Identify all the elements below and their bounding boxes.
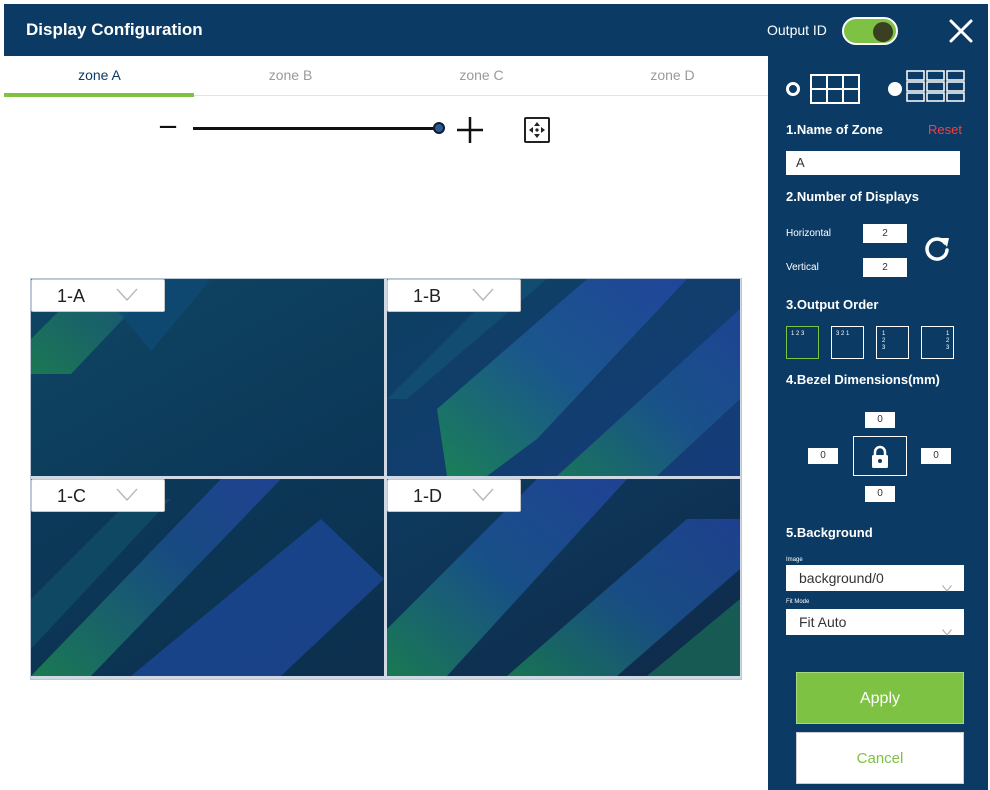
tab-label: zone A	[78, 67, 121, 83]
close-icon[interactable]	[944, 14, 978, 48]
select-value: background/0	[799, 570, 884, 586]
display-label: 1-D	[413, 486, 443, 506]
fit-mode-label: Fit Mode	[786, 599, 810, 605]
tab-zone-c[interactable]: zone C	[386, 56, 577, 96]
horizontal-label: Horizontal	[786, 228, 832, 239]
name-of-zone-title: 1.Name of Zone	[786, 122, 883, 137]
tab-zone-b[interactable]: zone B	[195, 56, 386, 96]
chevron-down-icon	[472, 488, 494, 502]
fit-mode-select[interactable]: Fit Auto	[786, 609, 964, 636]
order-option-label: 1 2 3	[791, 331, 805, 337]
output-order-bottom-to-top[interactable]: 1 2 3	[921, 326, 954, 359]
order-option-label: 3 2 1	[836, 331, 850, 337]
fit-to-screen-icon[interactable]	[524, 117, 550, 143]
bezel-bottom-input[interactable]: 0	[865, 486, 895, 502]
chevron-down-icon	[116, 288, 138, 302]
vertical-label: Vertical	[786, 262, 819, 273]
display-selector[interactable]: 1-A	[31, 279, 165, 312]
display-selector[interactable]: 1-D	[387, 479, 521, 512]
bezel-top-input[interactable]: 0	[865, 412, 895, 428]
settings-panel: 1.Name of Zone Reset A 2.Number of Displ…	[768, 56, 988, 790]
output-order-left-to-right[interactable]: 1 2 3	[786, 326, 819, 359]
display-tile[interactable]: 1-C	[31, 479, 384, 676]
tab-label: zone B	[268, 67, 313, 83]
chevron-down-icon	[116, 488, 138, 502]
order-option-label: 1 2 3	[946, 331, 950, 351]
background-title: 5.Background	[786, 525, 873, 540]
layout-option-grid-3x3[interactable]	[888, 70, 970, 104]
display-selector[interactable]: 1-B	[387, 279, 521, 312]
tab-label: zone C	[459, 67, 504, 83]
chevron-down-icon	[472, 288, 494, 302]
select-value: Fit Auto	[799, 614, 847, 630]
grid-3x3-icon	[906, 70, 965, 102]
zone-canvas: 1-A 1-B 1-C 1-D	[30, 278, 742, 680]
active-tab-indicator	[4, 93, 194, 97]
zoom-slider-track[interactable]	[193, 127, 439, 130]
bezel-right-input[interactable]: 0	[921, 448, 951, 464]
chevron-down-icon	[942, 574, 952, 592]
tab-label: zone D	[650, 67, 695, 83]
display-tile[interactable]: 1-B	[387, 279, 740, 476]
output-order-top-to-bottom[interactable]: 1 2 3	[876, 326, 909, 359]
title-bar: Display Configuration Output ID	[4, 4, 988, 56]
zoom-in-button[interactable]	[453, 113, 487, 147]
order-option-label: 1 2 3	[882, 331, 886, 351]
zone-tabs: zone A zone B zone C zone D	[4, 56, 768, 97]
image-label: Image	[786, 557, 803, 563]
display-tile[interactable]: 1-A	[31, 279, 384, 476]
display-selector[interactable]: 1-C	[31, 479, 165, 512]
tab-zone-a[interactable]: zone A	[4, 56, 195, 97]
bezel-dimensions-title: 4.Bezel Dimensions(mm)	[786, 372, 940, 387]
display-label: 1-A	[57, 286, 86, 306]
tab-zone-d[interactable]: zone D	[577, 56, 768, 96]
vertical-count-input[interactable]: 2	[863, 258, 907, 277]
grid-2x3-icon	[810, 74, 860, 104]
display-configuration-window: Display Configuration Output ID zone A z…	[0, 0, 990, 790]
zoom-out-button[interactable]: −	[156, 113, 180, 141]
toggle-knob	[873, 22, 893, 42]
bezel-left-input[interactable]: 0	[808, 448, 838, 464]
output-id-label: Output ID	[767, 22, 827, 38]
output-id-toggle[interactable]	[842, 17, 898, 45]
layout-option-grid-2x3[interactable]	[786, 74, 866, 104]
output-order-title: 3.Output Order	[786, 297, 879, 312]
window-title: Display Configuration	[26, 20, 203, 39]
radio-unselected-icon	[888, 82, 902, 96]
background-image-select[interactable]: background/0	[786, 565, 964, 592]
chevron-down-icon	[942, 618, 952, 636]
refresh-icon[interactable]	[922, 234, 952, 264]
apply-button[interactable]: Apply	[796, 672, 964, 724]
cancel-button[interactable]: Cancel	[796, 732, 964, 784]
reset-link[interactable]: Reset	[928, 122, 962, 137]
radio-selected-icon	[786, 82, 800, 96]
lock-icon[interactable]	[870, 445, 890, 469]
output-order-right-to-left[interactable]: 3 2 1	[831, 326, 864, 359]
display-label: 1-B	[413, 286, 442, 306]
zoom-slider-handle[interactable]	[433, 122, 445, 134]
display-label: 1-C	[57, 486, 87, 506]
horizontal-count-input[interactable]: 2	[863, 224, 907, 243]
number-of-displays-title: 2.Number of Displays	[786, 189, 919, 204]
bezel-lock-frame	[853, 436, 907, 476]
display-tile[interactable]: 1-D	[387, 479, 740, 676]
zone-name-input[interactable]: A	[786, 151, 960, 175]
